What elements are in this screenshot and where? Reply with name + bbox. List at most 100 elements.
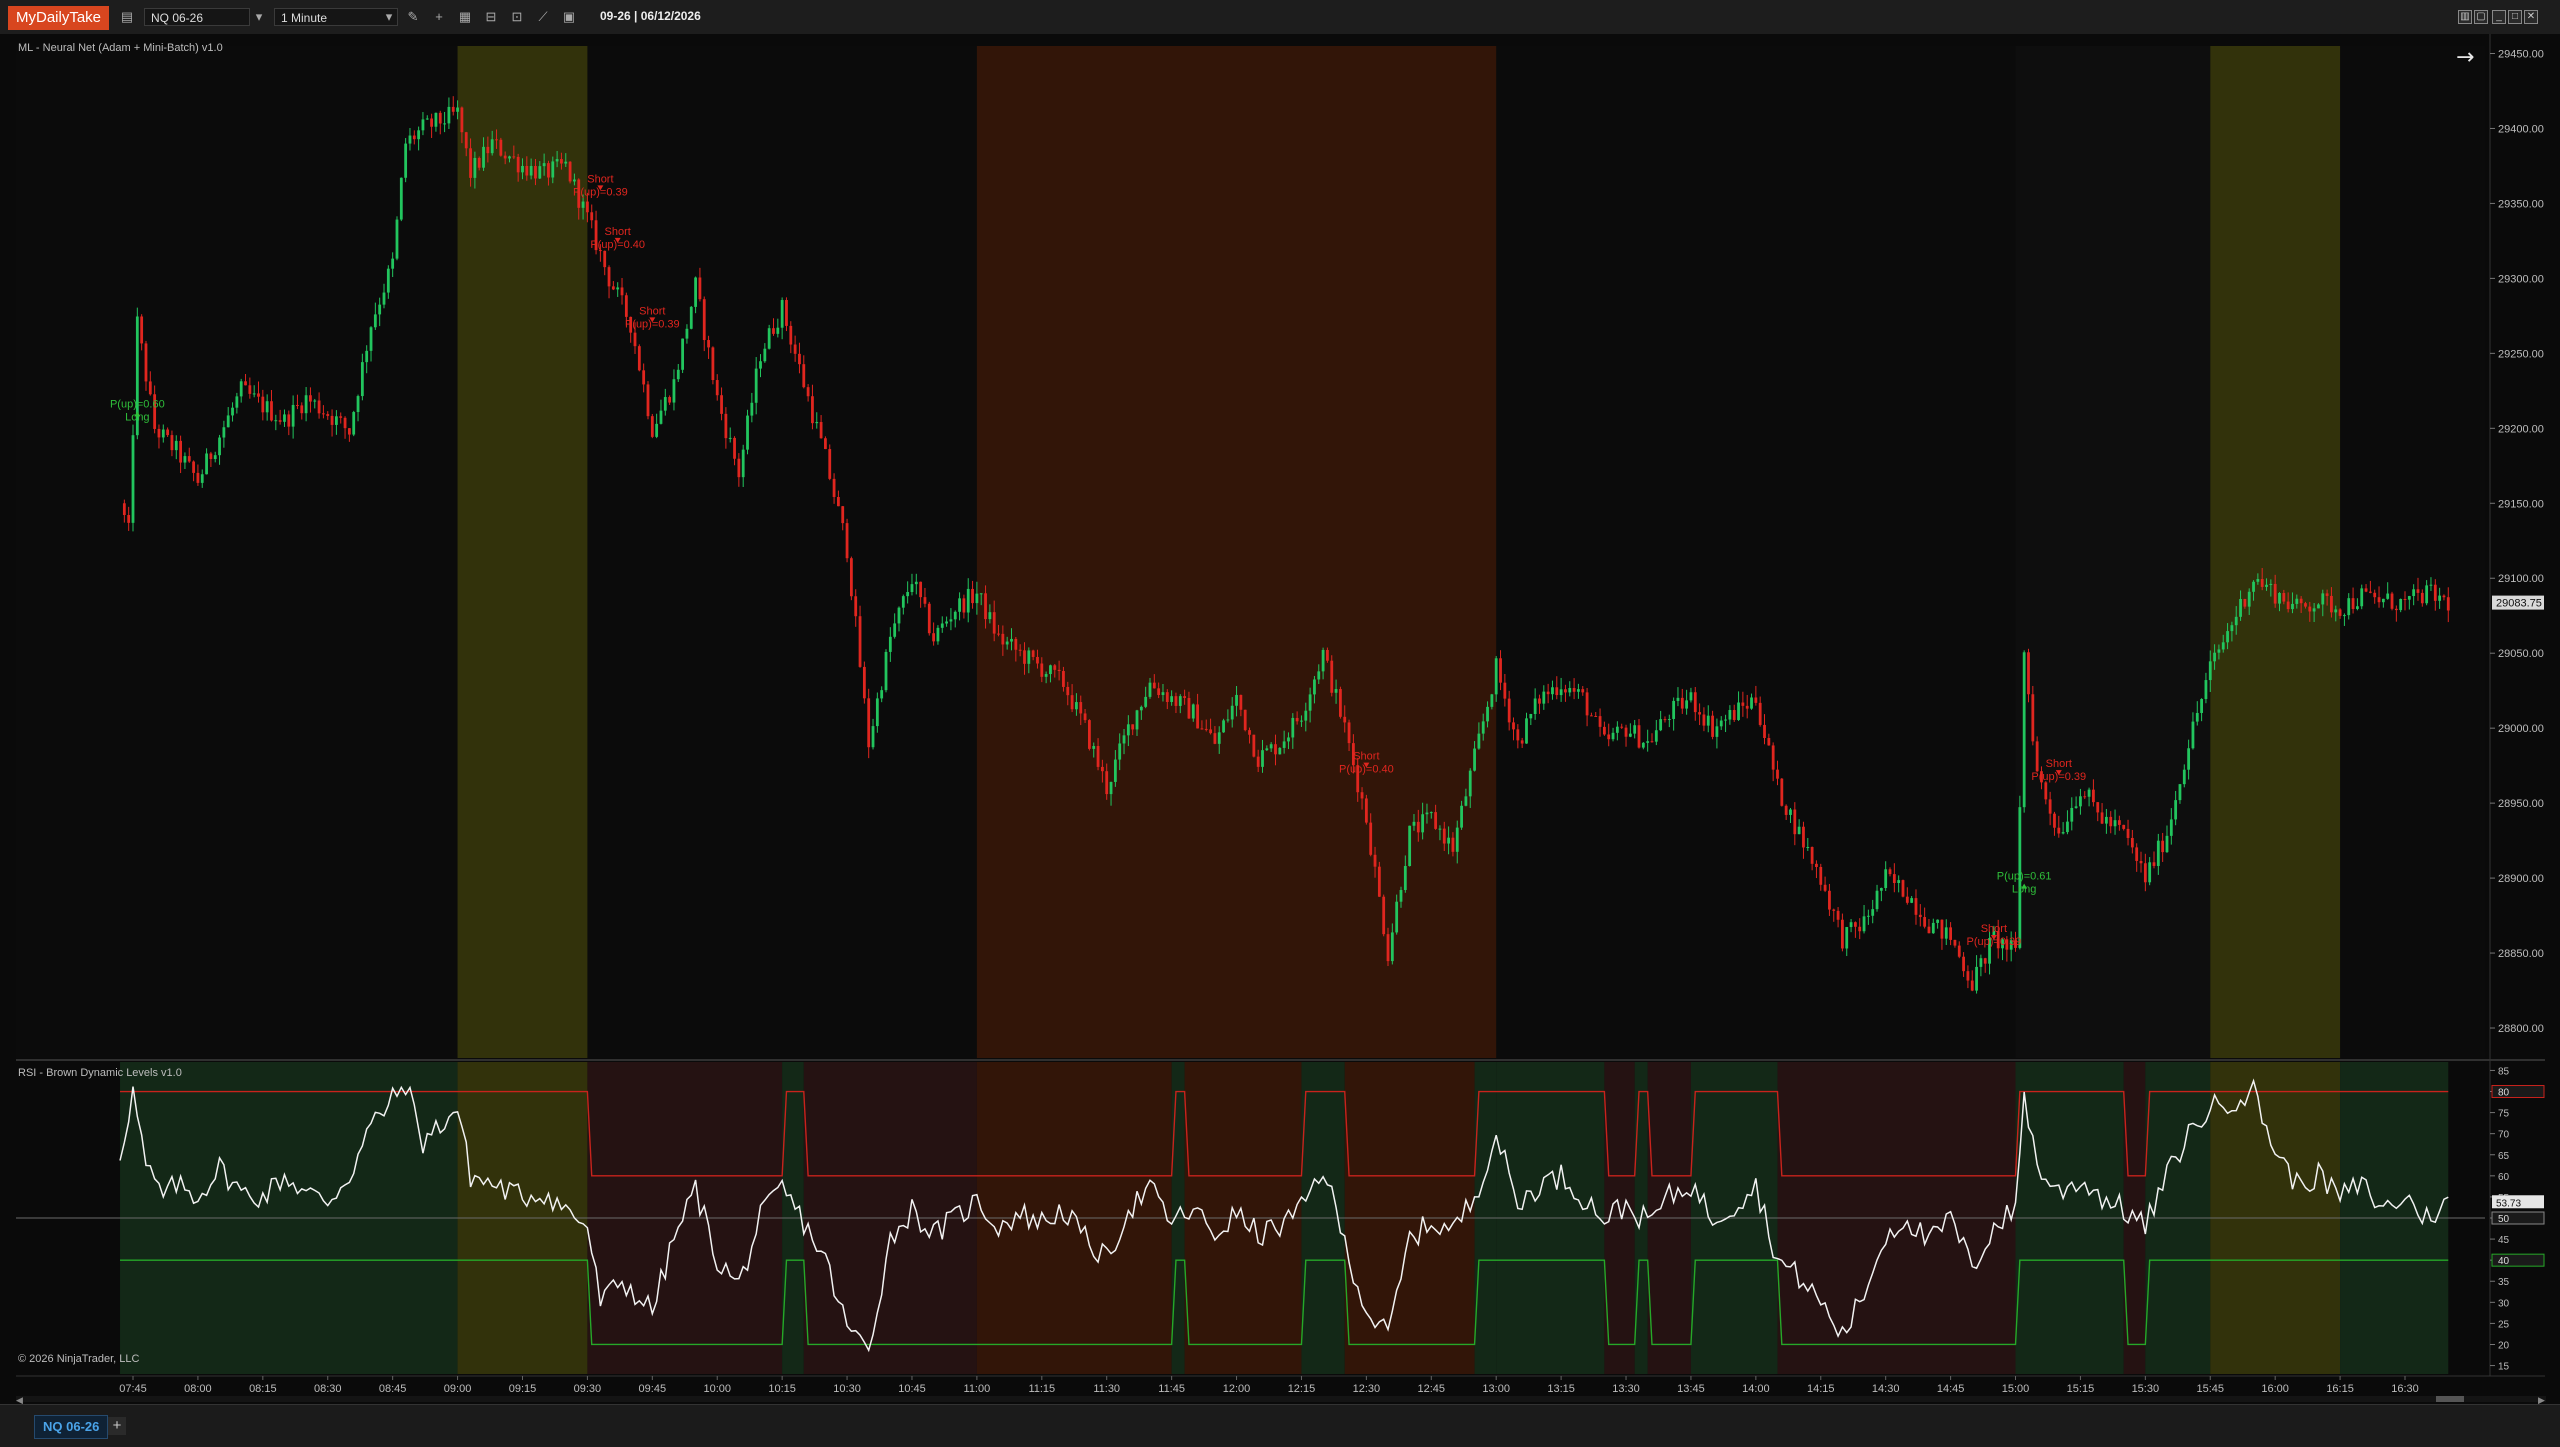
candle-body (849, 558, 853, 597)
candle-body (1633, 725, 1637, 734)
candle-body (2338, 609, 2342, 616)
candle-body (1369, 822, 1373, 855)
candle-body (1256, 756, 1260, 767)
minimize-window-icon[interactable]: _ (2492, 10, 2506, 24)
candle-body (417, 130, 421, 140)
close-window-icon[interactable]: ✕ (2524, 10, 2538, 24)
signal-label: P(up)=0.60 (110, 398, 165, 410)
add-tab-button[interactable]: + (108, 1417, 126, 1435)
candle-body (304, 395, 308, 414)
candle-body (1819, 867, 1823, 885)
zoom-icon[interactable]: ⊡ (508, 8, 526, 26)
time-tick-label: 13:00 (1482, 1383, 1510, 1395)
last-price-label: 29083.75 (2496, 598, 2542, 610)
rsi-tick-label: 85 (2498, 1066, 2510, 1077)
layout-icon[interactable]: ▤ (118, 8, 136, 26)
candle-body (815, 422, 819, 424)
candle-body (373, 314, 377, 328)
candle-body (244, 381, 247, 386)
candle-body (1650, 741, 1654, 743)
signal-label: Short (2046, 758, 2072, 770)
time-tick-label: 10:15 (768, 1383, 796, 1395)
candle-body (438, 112, 442, 124)
candle-body (1425, 812, 1429, 815)
rsi-tick-label: 35 (2498, 1277, 2510, 1288)
scroll-left-icon[interactable]: ◀ (16, 1396, 23, 1406)
drawing-tool-icon[interactable]: ✎ (404, 8, 422, 26)
candle-body (862, 666, 866, 699)
restore-window-icon[interactable]: ▢ (2474, 10, 2488, 24)
tab-instrument[interactable]: NQ 06-26 (34, 1415, 109, 1439)
time-tick-label: 13:45 (1677, 1383, 1705, 1395)
candle-body (1313, 679, 1316, 695)
candle-body (2425, 585, 2429, 604)
signal-label: Short (587, 173, 613, 185)
candle-body (1802, 826, 1805, 848)
data-box-icon[interactable]: ▦ (456, 8, 474, 26)
price-tick-label: 29050.00 (2498, 648, 2544, 660)
signal-label: P(up)=0.61 (1997, 871, 2052, 883)
time-tick-label: 16:00 (2261, 1383, 2289, 1395)
horizontal-scrollbar[interactable] (16, 1396, 2546, 1402)
candle-body (720, 395, 723, 414)
candle-body (270, 401, 273, 421)
properties-icon[interactable]: ⊟ (482, 8, 500, 26)
candle-body (1083, 713, 1087, 721)
candle-body (1096, 746, 1100, 767)
candle-body (231, 407, 234, 416)
app-logo[interactable]: MyDailyTake (8, 6, 110, 30)
candle-body (1858, 926, 1862, 932)
candle-body (1261, 750, 1264, 767)
candle-body (1667, 718, 1671, 720)
candle-body (624, 295, 628, 317)
candle-body (1685, 700, 1689, 709)
candle-body (2165, 835, 2169, 853)
candle-body (1784, 805, 1788, 815)
candle-body (2187, 748, 2191, 770)
candle-body (1248, 730, 1251, 735)
candle-body (672, 379, 676, 403)
calendar-icon[interactable]: ▣ (560, 8, 578, 26)
scrollbar-thumb[interactable] (2436, 1396, 2464, 1402)
candle-body (1555, 687, 1559, 696)
candle-body (2386, 593, 2390, 599)
candle-body (322, 413, 325, 415)
candle-body (1403, 866, 1407, 891)
candle-body (490, 139, 494, 154)
candle-body (2442, 595, 2446, 598)
candle-body (1161, 692, 1165, 695)
chevron-down-icon[interactable]: ▾ (380, 8, 398, 26)
tile-window-icon[interactable]: ▥ (2458, 10, 2472, 24)
candle-body (1196, 704, 1199, 729)
candle-body (694, 277, 697, 307)
chart-svg[interactable]: P(up)=0.60LongShortP(up)=0.39ShortP(up)=… (0, 34, 2560, 1406)
candle-body (1594, 715, 1598, 717)
arrow-right-icon[interactable]: → (2456, 45, 2474, 70)
candle-body (1962, 956, 1965, 972)
maximize-window-icon[interactable]: □ (2508, 10, 2522, 24)
candle-body (940, 623, 944, 628)
candle-body (2286, 601, 2290, 610)
candle-body (2269, 583, 2273, 585)
candle-body (1075, 702, 1078, 710)
candle-body (1598, 716, 1602, 727)
candle-body (183, 456, 187, 463)
candle-body (1226, 719, 1230, 721)
chevron-down-icon[interactable]: ▾ (250, 8, 268, 26)
scroll-right-icon[interactable]: ▶ (2538, 1396, 2545, 1406)
candle-body (754, 368, 758, 403)
rsi-tick-label: 45 (2498, 1235, 2510, 1246)
candle-body (1940, 919, 1944, 939)
candle-body (2035, 741, 2039, 772)
chart-area[interactable]: P(up)=0.60 Long Short P(up)=0.39 Short P(up)=… (0, 34, 2560, 1406)
candle-body (1654, 730, 1658, 742)
candle-body (1866, 915, 1870, 917)
candle-body (1057, 669, 1061, 672)
instrument-selector[interactable]: NQ 06-26 (144, 8, 250, 26)
strategy-icon[interactable]: ⟋ (534, 8, 552, 26)
candle-body (2031, 694, 2035, 742)
candle-body (1347, 722, 1351, 744)
candle-body (1321, 649, 1325, 672)
crosshair-icon[interactable]: + (430, 8, 448, 26)
candle-body (975, 593, 979, 604)
